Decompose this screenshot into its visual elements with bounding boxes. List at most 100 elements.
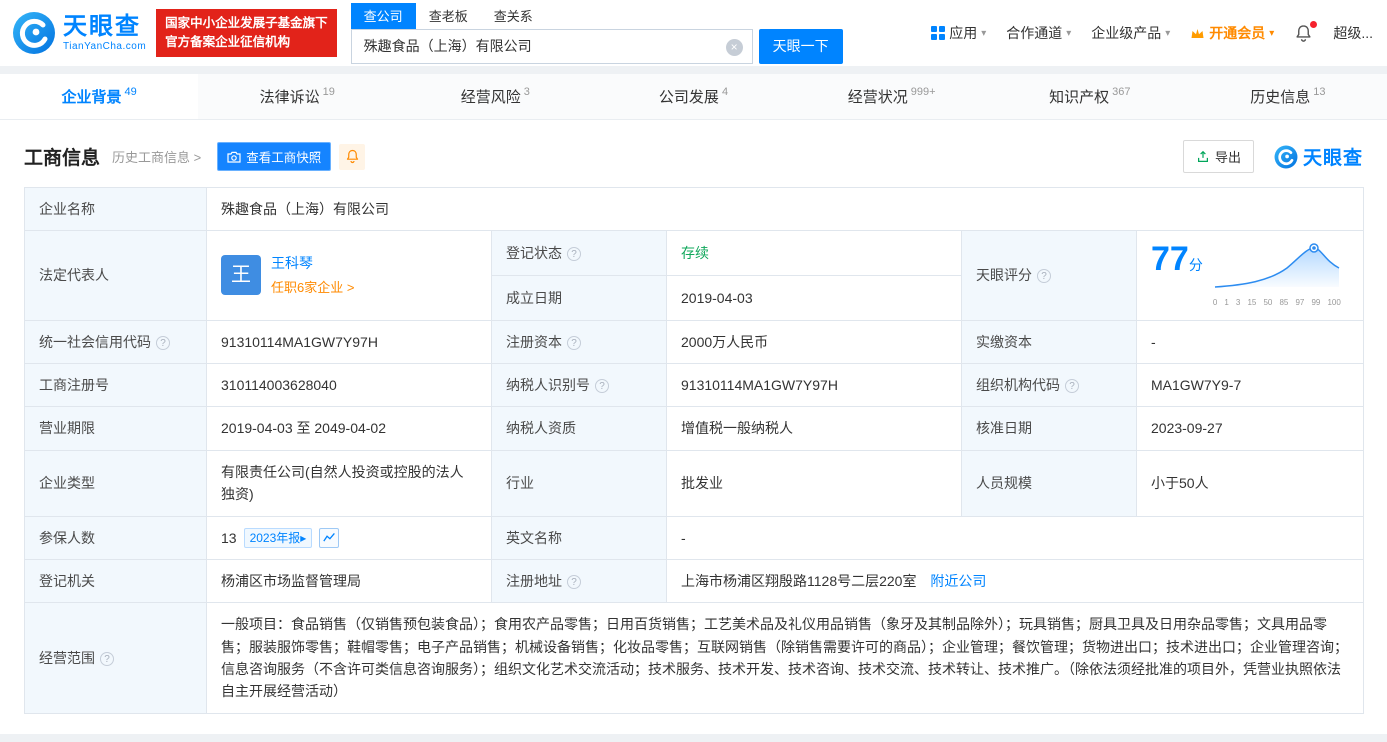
search-tab-boss[interactable]: 查老板 — [416, 3, 481, 29]
field-insured-value: 13 2023年报 ▸ — [206, 515, 492, 560]
chevron-down-icon: ▾ — [1165, 27, 1171, 39]
status-badge: 存续 — [681, 244, 709, 261]
snapshot-button[interactable]: 查看工商快照 — [217, 142, 332, 171]
search-tab-company[interactable]: 查公司 — [350, 2, 416, 29]
search-input[interactable] — [351, 29, 752, 63]
tab-operation-status[interactable]: 经营状况 999+ — [793, 74, 991, 119]
logo-title: 天眼查 — [63, 13, 141, 41]
search-button[interactable]: 天眼一下 — [758, 28, 843, 64]
field-reg-number-value: 310114003628040 — [206, 362, 492, 408]
notification-bell[interactable] — [1294, 20, 1318, 43]
field-approval-date-label: 核准日期 — [961, 406, 1137, 451]
help-icon[interactable]: ? — [567, 335, 581, 350]
help-icon[interactable]: ? — [100, 651, 114, 666]
section-title: 工商信息 — [24, 148, 101, 169]
watermark-label: 天眼查 — [1302, 148, 1363, 169]
monitor-bell-icon[interactable] — [339, 143, 366, 170]
nav-super-vip-label: 超级... — [1333, 25, 1373, 41]
page-bottom-strip — [0, 733, 1387, 742]
field-taxpayer-quality-label: 纳税人资质 — [491, 406, 667, 451]
search-tab-relation[interactable]: 查关系 — [481, 3, 546, 29]
badge-line2: 官方备案企业征信机构 — [165, 35, 291, 49]
tab-operation-risk[interactable]: 经营风险 3 — [396, 74, 594, 119]
clear-icon[interactable]: × — [725, 38, 743, 56]
field-reg-status-label: 登记状态? — [491, 230, 667, 276]
nav-super-vip[interactable]: 超级... — [1333, 23, 1373, 43]
tianyancha-logo[interactable]: 天眼查 TianYanCha.com — [12, 11, 146, 55]
field-industry-label: 行业 — [491, 449, 667, 517]
field-taxpayer-id-value: 91310114MA1GW7Y97H — [666, 362, 962, 408]
logo-subtitle: TianYanCha.com — [63, 40, 147, 52]
score-curve-chart: 0 1 3 15 50 85 97 99 100 — [1213, 241, 1341, 309]
field-reg-status-value: 存续 — [666, 230, 962, 276]
tab-label: 企业背景 — [61, 89, 122, 106]
tab-count: 3 — [523, 85, 530, 98]
tab-count: 4 — [721, 85, 729, 98]
field-term-value: 2019-04-03 至 2049-04-02 — [206, 406, 492, 451]
nav-enterprise-products[interactable]: 企业级产品 ▾ — [1091, 23, 1170, 43]
history-business-info-link[interactable]: 历史工商信息 > — [112, 147, 201, 166]
tab-intellectual-property[interactable]: 知识产权 367 — [991, 74, 1189, 119]
field-company-name-label: 企业名称 — [24, 186, 207, 232]
nav-open-membership-label: 开通会员 — [1209, 25, 1266, 41]
legal-rep-positions-link[interactable]: 任职6家企业 > — [271, 278, 354, 299]
help-icon[interactable]: ? — [567, 574, 581, 589]
field-insured-label: 参保人数 — [24, 515, 207, 560]
field-authority-value: 杨浦区市场监督管理局 — [206, 558, 492, 604]
tab-count: 13 — [1313, 85, 1326, 98]
field-scope-value: 一般项目：食品销售（仅销售预包装食品）；食用农产品零售；日用百货销售；工艺美术品… — [205, 602, 1365, 714]
help-icon[interactable]: ? — [1037, 269, 1051, 284]
score-unit: 分 — [1188, 257, 1203, 274]
legal-rep-name-link[interactable]: 王科琴 — [271, 252, 354, 274]
nav-enterprise-products-label: 企业级产品 — [1091, 25, 1162, 41]
search-input-wrap: × — [350, 28, 753, 64]
company-tab-bar: 企业背景 49 法律诉讼 19 经营风险 3 公司发展 4 经营状况 999+ 知识产权 3… — [0, 74, 1387, 120]
chevron-down-icon: ▾ — [981, 27, 987, 39]
tianyancha-eye-icon — [1274, 145, 1298, 168]
field-scope-label: 经营范围? — [24, 602, 207, 714]
chevron-down-icon: ▾ — [1269, 27, 1275, 39]
business-info-section-head: 工商信息 历史工商信息 > 查看工商快照 导出 天眼查 — [24, 140, 1363, 173]
field-address-value: 上海市杨浦区翔殷路1128号二层220室 附近公司 — [665, 558, 1365, 604]
nav-cooperation[interactable]: 合作通道 ▾ — [1006, 23, 1071, 43]
nav-apps[interactable]: 应用 ▾ — [931, 23, 986, 43]
search-block: 查公司 查老板 查关系 × 天眼一下 — [350, 2, 843, 64]
field-legal-rep-label: 法定代表人 — [24, 230, 207, 321]
tab-history-info[interactable]: 历史信息 13 — [1189, 74, 1387, 119]
score-axis: 0 1 3 15 50 85 97 99 100 — [1212, 297, 1341, 307]
tab-label: 法律诉讼 — [259, 89, 320, 106]
nav-open-membership[interactable]: 开通会员 ▾ — [1190, 23, 1274, 43]
export-button-label: 导出 — [1214, 150, 1241, 165]
legal-rep-avatar[interactable]: 王 — [221, 255, 261, 296]
official-certification-badge: 国家中小企业发展子基金旗下 官方备案企业征信机构 — [156, 8, 337, 58]
tab-company-development[interactable]: 公司发展 4 — [594, 74, 792, 119]
tab-label: 经营风险 — [460, 89, 521, 106]
nearby-companies-link[interactable]: 附近公司 — [930, 573, 986, 589]
help-icon[interactable]: ? — [595, 378, 609, 393]
field-reg-number-label: 工商注册号 — [24, 362, 207, 408]
tab-label: 知识产权 — [1049, 89, 1110, 106]
field-credit-code-value: 91310114MA1GW7Y97H — [206, 319, 492, 364]
help-icon[interactable]: ? — [1065, 378, 1079, 393]
annual-report-tag[interactable]: 2023年报 ▸ — [243, 527, 313, 548]
field-org-code-value: MA1GW7Y9-7 — [1135, 362, 1365, 408]
field-staff-size-value: 小于50人 — [1135, 449, 1365, 517]
tianyancha-watermark: 天眼查 — [1274, 143, 1363, 170]
field-staff-size-label: 人员规模 — [961, 449, 1137, 517]
tab-count: 49 — [124, 85, 137, 98]
tab-company-background[interactable]: 企业背景 49 — [0, 74, 199, 119]
field-industry-value: 批发业 — [666, 449, 962, 517]
field-approval-date-value: 2023-09-27 — [1135, 406, 1365, 451]
tab-count: 999+ — [910, 85, 936, 98]
help-icon[interactable]: ? — [156, 335, 170, 350]
field-authority-label: 登记机关 — [24, 558, 207, 604]
field-address-label: 注册地址? — [491, 558, 667, 604]
nav-apps-label: 应用 — [949, 25, 978, 41]
insured-trend-icon[interactable] — [319, 527, 340, 548]
tab-legal-proceedings[interactable]: 法律诉讼 19 — [198, 74, 396, 119]
export-button[interactable]: 导出 — [1182, 140, 1254, 173]
snapshot-button-label: 查看工商快照 — [246, 151, 322, 165]
help-icon[interactable]: ? — [567, 246, 581, 261]
field-company-type-value: 有限责任公司(自然人投资或控股的法人独资) — [206, 449, 492, 517]
field-legal-rep-value: 王 王科琴 任职6家企业 > — [206, 230, 492, 321]
